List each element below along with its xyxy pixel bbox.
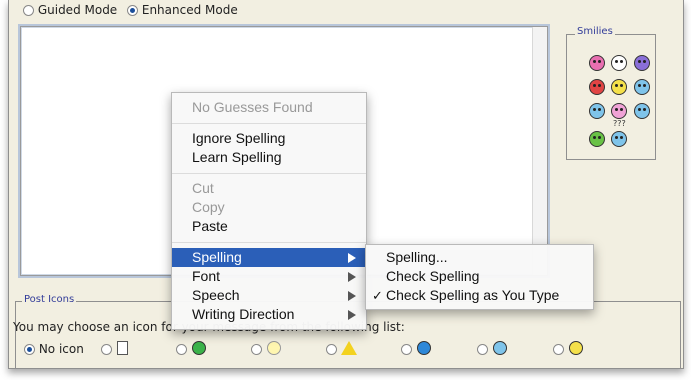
menu-item-writing-direction[interactable]: Writing Direction (172, 305, 366, 324)
submenu-item-spelling-panel[interactable]: Spelling... (366, 248, 593, 267)
submenu-item-check-as-you-type-label: Check Spelling as You Type (386, 287, 560, 303)
submenu-arrow-icon (348, 310, 356, 320)
menu-item-font-label: Font (192, 268, 221, 284)
post-icon-radio-question[interactable] (401, 344, 412, 355)
smilies-panel: Smilies ??? (566, 26, 656, 160)
smilies-legend: Smilies (575, 26, 615, 37)
confused-smiley-label: ??? (613, 119, 626, 128)
confused-smiley-icon[interactable] (611, 131, 627, 147)
document-icon (117, 341, 128, 355)
menu-item-font[interactable]: Font (172, 267, 366, 286)
shocked-smiley-icon[interactable] (611, 55, 627, 71)
no-icon-radio[interactable] (24, 344, 35, 355)
angry-smiley-icon[interactable] (589, 79, 605, 95)
menu-item-writing-direction-label: Writing Direction (192, 306, 295, 322)
guided-mode-radio[interactable] (23, 5, 34, 16)
menu-item-ignore-spelling[interactable]: Ignore Spelling (172, 129, 366, 148)
submenu-item-check-spelling[interactable]: Check Spelling (366, 267, 593, 286)
enhanced-mode-option[interactable]: Enhanced Mode (127, 3, 238, 17)
post-icon-radio-lightbulb[interactable] (251, 344, 262, 355)
post-icon-row: No icon (0, 340, 691, 360)
submenu-arrow-icon (348, 291, 356, 301)
question-icon (417, 341, 431, 355)
menu-item-copy: Copy (192, 199, 225, 215)
grin-smiley-icon[interactable] (589, 131, 605, 147)
lightbulb-icon (267, 341, 281, 355)
mode-selector: Guided Mode Enhanced Mode (23, 3, 244, 17)
menu-item-speech[interactable]: Speech (172, 286, 366, 305)
menu-item-paste[interactable]: Paste (172, 217, 366, 236)
textarea-scrollbar[interactable] (532, 27, 547, 275)
enhanced-mode-label: Enhanced Mode (141, 3, 238, 17)
enhanced-mode-radio[interactable] (127, 5, 139, 16)
tongue-smiley-icon[interactable] (611, 103, 627, 119)
post-icon-radio-smile[interactable] (553, 344, 564, 355)
post-icons-legend: Post Icons (22, 294, 77, 305)
checkmark-icon: ✓ (372, 288, 383, 303)
smile-smiley-icon[interactable] (611, 79, 627, 95)
menu-separator (172, 123, 366, 124)
menu-item-spelling[interactable]: Spelling (172, 248, 366, 267)
submenu-arrow-icon (348, 253, 356, 263)
post-icon-radio-warning[interactable] (326, 344, 337, 355)
post-icon-radio-cool[interactable] (477, 344, 488, 355)
purple-smiley-icon[interactable] (634, 55, 650, 71)
embarrassed-smiley-icon[interactable] (589, 55, 605, 71)
menu-item-speech-label: Speech (192, 287, 240, 303)
context-menu: No Guesses Found Ignore Spelling Learn S… (171, 92, 367, 330)
cool-smiley-icon[interactable] (589, 103, 605, 119)
warning-icon (341, 341, 357, 355)
menu-separator (172, 173, 366, 174)
no-icon-label: No icon (38, 342, 84, 356)
guided-mode-label: Guided Mode (37, 3, 118, 17)
menu-item-learn-spelling[interactable]: Learn Spelling (172, 148, 366, 167)
submenu-item-check-as-you-type[interactable]: ✓ Check Spelling as You Type (366, 286, 593, 305)
wink-smiley-icon[interactable] (634, 79, 650, 95)
no-icon-option[interactable]: No icon (24, 342, 84, 356)
menu-item-spelling-label: Spelling (192, 249, 242, 265)
smile-icon (569, 341, 583, 355)
menu-separator (172, 242, 366, 243)
happy-smiley-icon[interactable] (634, 103, 650, 119)
menu-item-cut: Cut (192, 180, 214, 196)
post-icon-radio-document[interactable] (101, 344, 112, 355)
green-arrow-icon (192, 341, 206, 355)
guided-mode-option[interactable]: Guided Mode (23, 3, 117, 17)
spelling-submenu: Spelling... Check Spelling ✓ Check Spelli… (365, 244, 594, 310)
cool-icon (493, 341, 507, 355)
menu-item-no-guesses: No Guesses Found (192, 99, 313, 115)
submenu-arrow-icon (348, 272, 356, 282)
post-icon-radio-arrow[interactable] (176, 344, 187, 355)
